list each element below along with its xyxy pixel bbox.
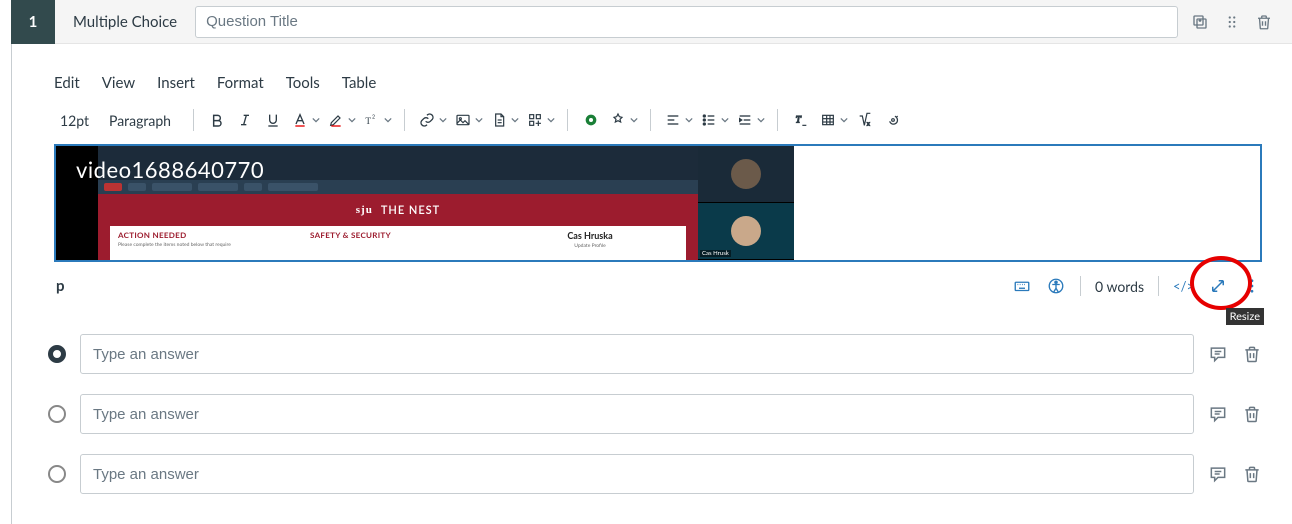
bold-icon[interactable] xyxy=(204,105,230,135)
bullet-list-icon[interactable] xyxy=(697,105,731,135)
site-logo: sju xyxy=(356,204,373,216)
rich-content-editor[interactable]: video1688640770 sju xyxy=(54,144,1262,262)
participant-name: Cas Hrusk xyxy=(700,250,731,257)
card-profile-sub: Update Profile xyxy=(502,243,678,249)
answer-radio[interactable] xyxy=(48,465,66,483)
card-action-heading: ACTION NEEDED xyxy=(118,230,294,240)
answer-input[interactable] xyxy=(80,394,1194,434)
question-header: 1 Multiple Choice xyxy=(12,0,1292,44)
svg-text:T: T xyxy=(365,117,371,127)
equation-icon[interactable]: x xyxy=(852,105,878,135)
menu-edit[interactable]: Edit xyxy=(54,74,80,92)
svg-text:T: T xyxy=(796,116,802,126)
fullscreen-icon[interactable] xyxy=(1208,276,1228,296)
embedded-video[interactable]: video1688640770 sju xyxy=(56,146,794,260)
keyboard-shortcuts-icon[interactable] xyxy=(1012,276,1032,296)
font-size-label: 12pt xyxy=(60,112,89,129)
answer-comment-icon[interactable] xyxy=(1208,464,1228,484)
answer-row xyxy=(48,394,1262,434)
question-type-label[interactable]: Multiple Choice xyxy=(55,13,195,31)
record-media-icon[interactable] xyxy=(578,105,604,135)
svg-text:x: x xyxy=(867,121,870,127)
element-path[interactable]: p xyxy=(54,277,65,295)
answer-radio[interactable] xyxy=(48,345,66,363)
italic-icon[interactable] xyxy=(232,105,258,135)
answers-section xyxy=(12,314,1292,524)
highlight-color-icon[interactable] xyxy=(324,105,358,135)
site-title: THE NEST xyxy=(381,204,440,217)
word-count: 0 words xyxy=(1095,278,1144,295)
superscript-icon[interactable]: T2 xyxy=(360,105,394,135)
card-profile-name: Cas Hruska xyxy=(502,230,678,241)
resize-tooltip: Resize xyxy=(1226,308,1264,325)
editor-toolbar: 12pt Paragraph T2 xyxy=(54,102,1262,138)
accessibility-checker-icon[interactable] xyxy=(1046,276,1066,296)
svg-text:2: 2 xyxy=(372,115,375,121)
font-size-select[interactable]: 12pt xyxy=(54,112,101,129)
more-options-icon[interactable] xyxy=(1242,276,1262,296)
menu-table[interactable]: Table xyxy=(342,74,376,92)
apps-icon[interactable] xyxy=(523,105,557,135)
image-icon[interactable] xyxy=(451,105,485,135)
video-title-overlay: video1688640770 xyxy=(76,156,264,183)
media-options-icon[interactable] xyxy=(606,105,640,135)
question-title-input[interactable] xyxy=(195,6,1178,38)
align-icon[interactable] xyxy=(661,105,695,135)
underline-icon[interactable] xyxy=(260,105,286,135)
answer-radio[interactable] xyxy=(48,405,66,423)
duplicate-icon[interactable] xyxy=(1186,8,1214,36)
answer-row xyxy=(48,334,1262,374)
indent-icon[interactable] xyxy=(733,105,767,135)
menu-view[interactable]: View xyxy=(102,74,135,92)
block-format-label: Paragraph xyxy=(109,112,171,129)
text-color-icon[interactable] xyxy=(288,105,322,135)
menu-format[interactable]: Format xyxy=(217,74,264,92)
clear-formatting-icon[interactable]: T xyxy=(788,105,814,135)
menu-insert[interactable]: Insert xyxy=(157,74,195,92)
answer-comment-icon[interactable] xyxy=(1208,344,1228,364)
html-editor-toggle[interactable]: </> xyxy=(1173,276,1194,296)
editor-menubar: Edit View Insert Format Tools Table xyxy=(54,74,1262,92)
document-icon[interactable] xyxy=(487,105,521,135)
answer-delete-icon[interactable] xyxy=(1242,404,1262,424)
table-icon[interactable] xyxy=(816,105,850,135)
answer-comment-icon[interactable] xyxy=(1208,404,1228,424)
editor-statusbar: p 0 words </> Resize xyxy=(54,268,1262,304)
link-icon[interactable] xyxy=(415,105,449,135)
answer-input[interactable] xyxy=(80,454,1194,494)
answer-row xyxy=(48,454,1262,494)
answer-input[interactable] xyxy=(80,334,1194,374)
menu-tools[interactable]: Tools xyxy=(286,74,320,92)
drag-handle-icon[interactable] xyxy=(1218,8,1246,36)
answer-delete-icon[interactable] xyxy=(1242,344,1262,364)
block-format-select[interactable]: Paragraph xyxy=(103,112,183,129)
card-safety-heading: SAFETY & SECURITY xyxy=(310,230,486,240)
embed-icon[interactable] xyxy=(880,105,906,135)
answer-delete-icon[interactable] xyxy=(1242,464,1262,484)
card-action-sub: Please complete the items noted below th… xyxy=(118,242,294,248)
delete-question-icon[interactable] xyxy=(1250,8,1278,36)
question-number: 1 xyxy=(11,0,55,44)
